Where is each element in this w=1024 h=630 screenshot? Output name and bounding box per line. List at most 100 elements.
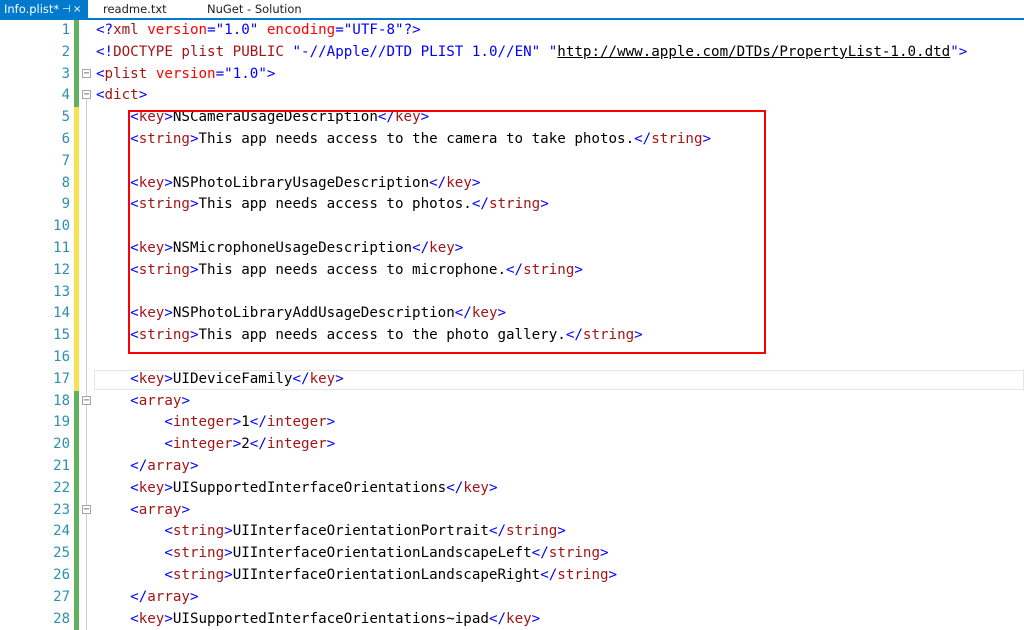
change-marker	[74, 129, 79, 151]
code-text: <?xml version="1.0" encoding="UTF-8"?>	[96, 20, 421, 42]
line-number: 10	[53, 218, 70, 235]
close-icon[interactable]: ×	[73, 0, 81, 19]
change-marker	[74, 63, 79, 86]
code-token: key	[138, 479, 165, 496]
tab-readme[interactable]: readme.txt	[103, 0, 167, 19]
code-text: <array>	[96, 500, 190, 522]
code-token: >	[224, 523, 233, 540]
code-editor[interactable]: 1 <?xml version="1.0" encoding="UTF-8"?> 2…	[0, 20, 1024, 630]
code-token: </	[130, 588, 148, 605]
code-line[interactable]: 4 − <dict>	[0, 85, 1024, 108]
line-number: 23	[53, 501, 70, 518]
code-line[interactable]: 17 <key>UIDeviceFamily</key>	[0, 368, 1024, 391]
line-number: 19	[53, 414, 70, 431]
collapse-icon[interactable]: −	[82, 68, 91, 78]
code-line[interactable]: 23 − <array>	[0, 499, 1024, 522]
code-token: "	[548, 43, 558, 60]
code-line[interactable]: 21 </array>	[0, 456, 1024, 478]
tab-info-plist[interactable]: Info.plist* ⊣ ×	[0, 0, 88, 19]
code-token[interactable]: http://www.apple.com/DTDs/PropertyList-1…	[557, 44, 950, 60]
change-marker	[74, 20, 79, 42]
code-token: </	[488, 610, 507, 627]
code-line[interactable]: 28 <key>UISupportedInterfaceOrientations…	[0, 608, 1024, 630]
change-marker	[74, 521, 79, 544]
line-number: 3	[61, 65, 70, 82]
code-line[interactable]: 25 <string>UIInterfaceOrientationLandsca…	[0, 543, 1024, 565]
line-number: 21	[53, 458, 70, 474]
code-token: string	[557, 567, 609, 583]
code-line[interactable]: 20 <integer>2</integer>	[0, 434, 1024, 456]
code-token: integer	[266, 436, 327, 453]
code-text: </array>	[96, 456, 198, 478]
line-number: 8	[61, 174, 70, 191]
line-number: 2	[61, 43, 70, 60]
change-marker	[74, 303, 79, 326]
code-line[interactable]: 26 <string>UIInterfaceOrientationLandsca…	[0, 565, 1024, 587]
change-marker	[74, 456, 79, 478]
code-text: <key>UISupportedInterfaceOrientations</k…	[96, 478, 497, 500]
code-token: UISupportedInterfaceOrientations	[172, 479, 447, 496]
line-number: 24	[53, 523, 70, 540]
code-line[interactable]: 2 <!DOCTYPE plist PUBLIC "-//Apple//DTD P…	[0, 41, 1024, 64]
code-text: <key>UISupportedInterfaceOrientations~ip…	[96, 609, 540, 630]
change-marker	[74, 41, 79, 64]
code-token: "1.0"	[215, 22, 259, 38]
code-line[interactable]: 18 − <array>	[0, 390, 1024, 413]
tab-nuget-solution[interactable]: NuGet - Solution	[207, 0, 302, 19]
code-token: 1	[241, 414, 250, 431]
pin-icon[interactable]: ⊣	[62, 0, 71, 19]
code-line[interactable]: 1 <?xml version="1.0" encoding="UTF-8"?>	[0, 20, 1024, 42]
code-text: <integer>1</integer>	[96, 412, 335, 434]
line-number: 16	[53, 349, 70, 365]
code-token: UIInterfaceOrientationLandscapeLeft	[232, 545, 532, 562]
collapse-icon[interactable]: −	[82, 90, 91, 100]
code-token: >	[164, 479, 173, 496]
code-line[interactable]: 27 </array>	[0, 586, 1024, 609]
line-number: 12	[53, 261, 70, 278]
code-token: "-//Apple//DTD PLIST 1.0//EN"	[292, 43, 541, 60]
code-token: >	[326, 414, 336, 431]
code-token: "UTF-8"	[343, 22, 404, 38]
code-token: <	[130, 370, 139, 387]
tab-label: readme.txt	[103, 2, 167, 16]
code-line[interactable]: 22 <key>UISupportedInterfaceOrientations…	[0, 477, 1024, 500]
collapse-icon[interactable]: −	[82, 395, 91, 405]
code-token: </	[531, 545, 549, 562]
collapse-icon[interactable]: −	[82, 504, 91, 514]
code-token: integer	[266, 414, 327, 431]
code-token: array	[138, 392, 182, 409]
code-token: UIInterfaceOrientationPortrait	[232, 523, 489, 540]
code-token: <	[164, 414, 173, 431]
change-marker	[74, 107, 79, 129]
code-line[interactable]: 3 − <plist version="1.0">	[0, 63, 1024, 86]
change-marker	[74, 325, 79, 347]
code-token: >	[181, 501, 190, 518]
code-token: dict	[104, 87, 139, 104]
code-token: key	[138, 610, 165, 627]
code-token: <	[164, 436, 173, 453]
code-token: =	[215, 65, 225, 82]
code-token: string	[172, 545, 225, 562]
code-token: >	[958, 43, 968, 60]
code-token: >	[608, 567, 618, 583]
code-token: </	[488, 523, 507, 540]
code-token: <?	[96, 22, 114, 38]
change-marker	[74, 477, 79, 500]
code-line[interactable]: 19 <integer>1</integer>	[0, 412, 1024, 435]
code-line[interactable]: 24 <string>UIInterfaceOrientationPortrai…	[0, 521, 1024, 544]
code-token: <	[164, 523, 173, 540]
code-token: >	[181, 392, 190, 409]
change-marker	[74, 499, 79, 522]
line-number: 25	[53, 545, 70, 562]
